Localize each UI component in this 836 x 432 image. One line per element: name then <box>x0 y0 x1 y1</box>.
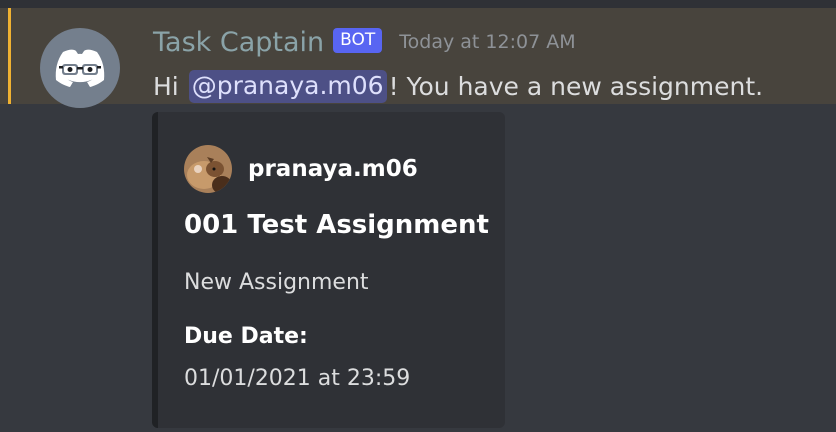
user-avatar-icon[interactable] <box>184 145 232 193</box>
embed-description: New Assignment <box>184 270 369 295</box>
author-username[interactable]: Task Captain <box>153 29 324 56</box>
previous-message-edge <box>0 0 836 8</box>
chat-view: Task Captain BOT Today at 12:07 AM Hi @p… <box>0 0 836 432</box>
message-timestamp[interactable]: Today at 12:07 AM <box>399 31 575 53</box>
message-text-suffix: ! You have a new assignment. <box>388 71 764 101</box>
message-header: Task Captain BOT Today at 12:07 AM <box>153 20 576 64</box>
bot-badge: BOT <box>333 27 383 53</box>
message-content: Hi @pranaya.m06 ! You have a new assignm… <box>153 64 763 108</box>
mention-highlight-stripe <box>8 8 11 104</box>
embed-author-name[interactable]: pranaya.m06 <box>248 156 418 182</box>
bot-avatar[interactable] <box>40 28 120 108</box>
user-mention[interactable]: @pranaya.m06 <box>188 69 387 103</box>
embed-title: 001 Test Assignment <box>184 210 489 240</box>
message-text-prefix: Hi <box>153 71 179 101</box>
due-date-field-value: 01/01/2021 at 23:59 <box>184 366 411 391</box>
assignment-embed: pranaya.m06 001 Test Assignment New Assi… <box>152 112 505 428</box>
embed-author[interactable]: pranaya.m06 <box>184 144 418 194</box>
discord-bot-avatar-icon <box>55 49 105 87</box>
message-row[interactable]: Task Captain BOT Today at 12:07 AM Hi @p… <box>0 8 836 108</box>
due-date-field-name: Due Date: <box>184 324 308 349</box>
embed-color-stripe <box>152 112 158 428</box>
